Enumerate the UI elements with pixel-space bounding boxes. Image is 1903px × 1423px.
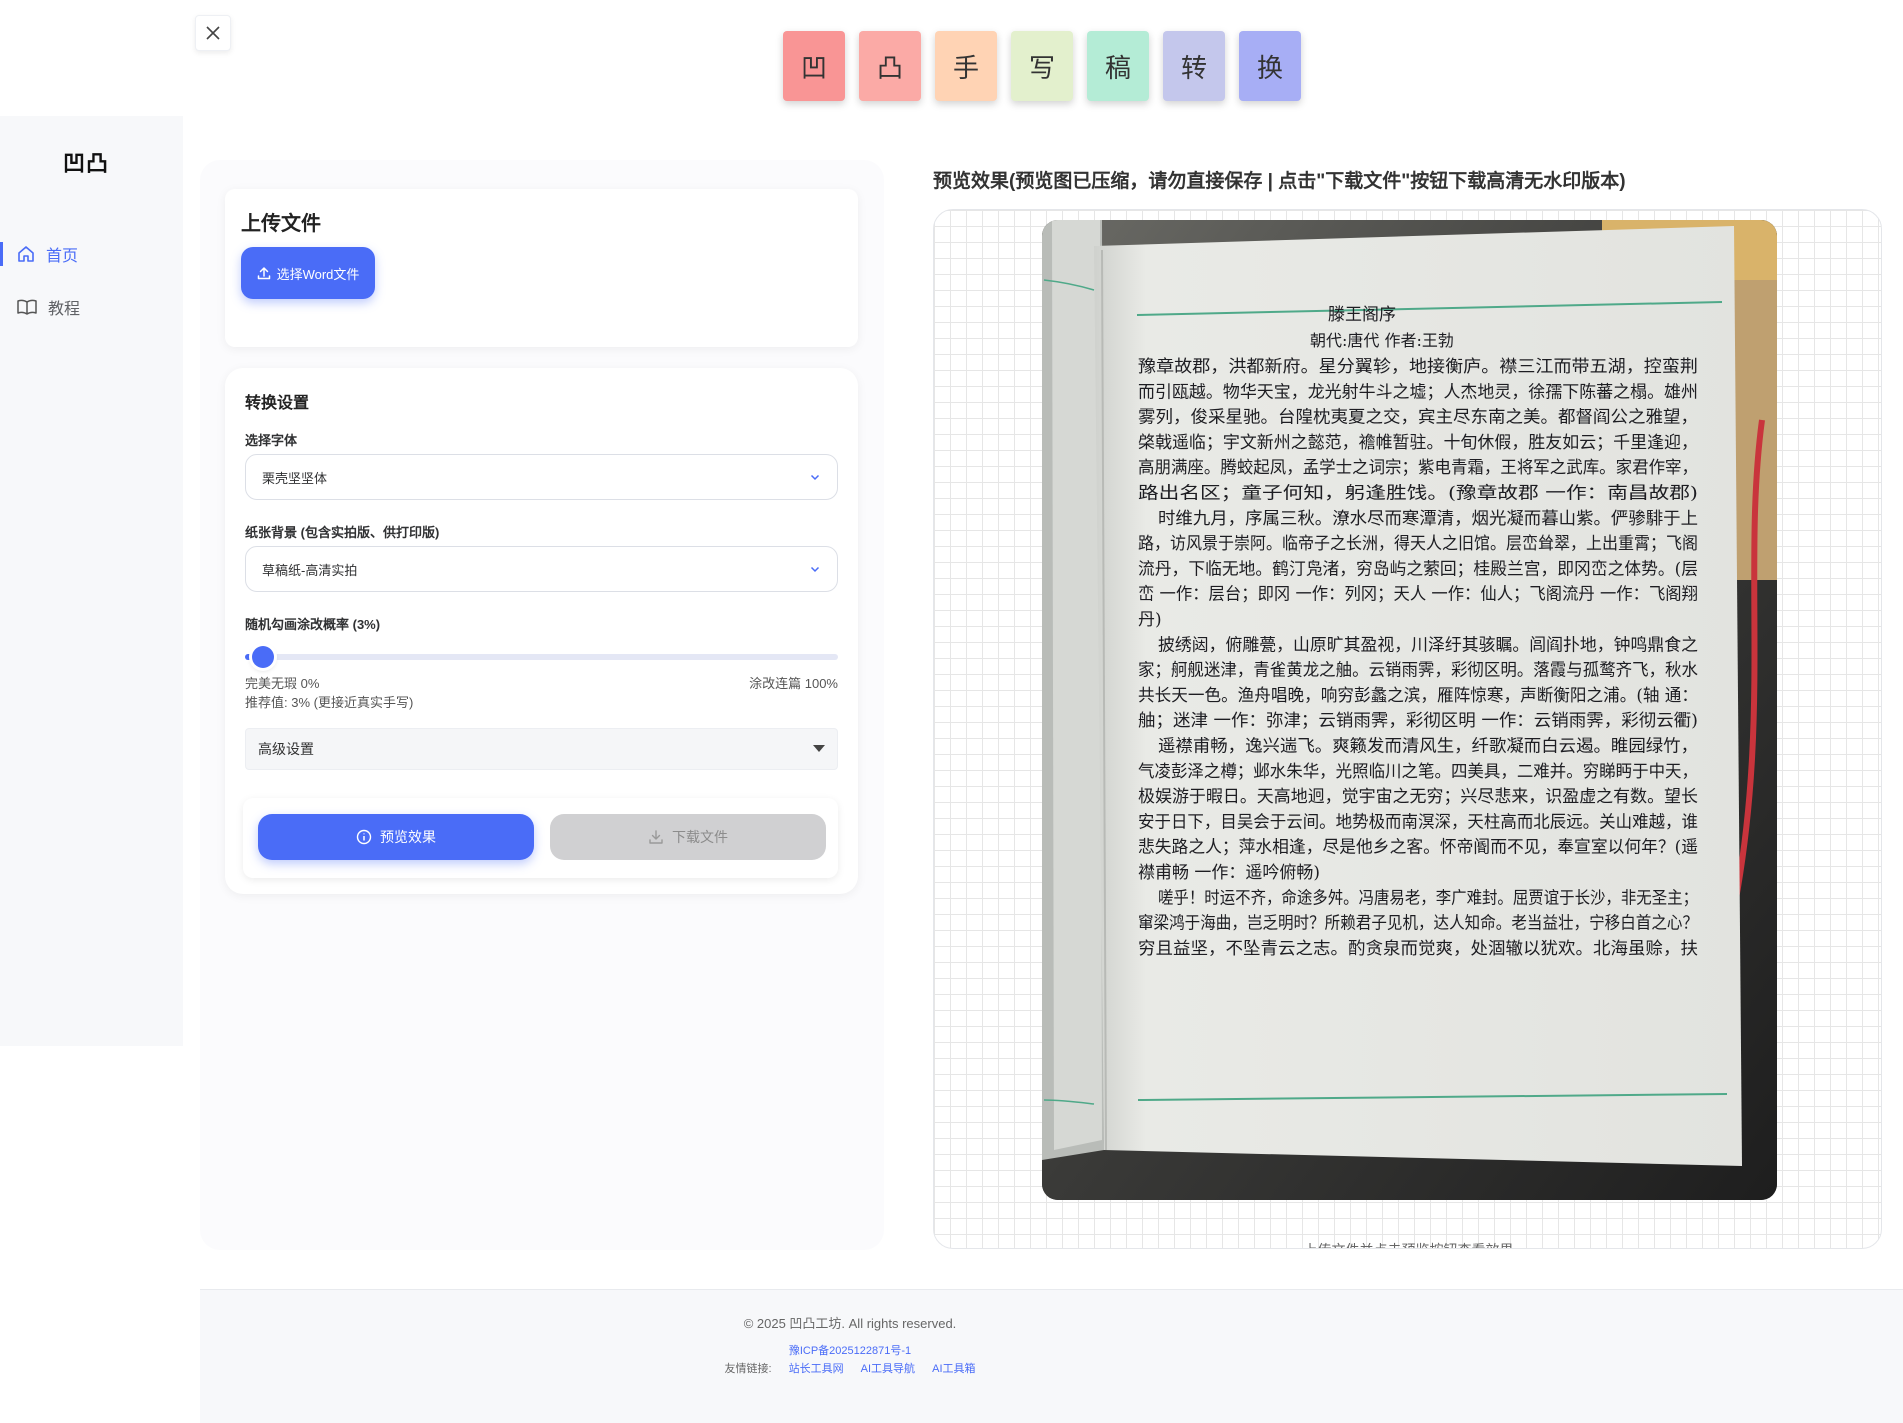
- handwritten-line: 嗟乎！时运不齐，命途多舛。冯唐易老，李广难封。屈贾谊于长沙，非无圣主；: [1158, 887, 1698, 908]
- friend-link[interactable]: 站长工具网: [789, 1363, 844, 1375]
- handwritten-line: 时维九月，序属三秋。潦水尽而寒潭清，烟光凝而暮山紫。俨骖騑于上: [1158, 509, 1698, 529]
- info-icon: [356, 829, 372, 845]
- handwritten-page-photo: 滕王阁序朝代:唐代 作者:王勃豫章故郡，洪都新府。星分翼轸，地接衡庐。襟三江而带…: [1042, 220, 1777, 1200]
- title-tile: 手: [935, 31, 997, 101]
- sidebar-item-label: 首页: [46, 248, 79, 265]
- handwritten-line: 家；舸舰迷津，青雀黄龙之舳。云销雨霁，彩彻区明。落霞与孤鹜齐飞，秋水: [1138, 660, 1698, 681]
- upload-icon: [257, 267, 270, 280]
- handwritten-line: 披绣闼，俯雕甍，山原旷其盈视，川泽纡其骇瞩。闾阎扑地，钟鸣鼎食之: [1158, 635, 1698, 655]
- preview-area: 滕王阁序朝代:唐代 作者:王勃豫章故郡，洪都新府。星分翼轸，地接衡庐。襟三江而带…: [933, 209, 1882, 1249]
- handwritten-line: 豫章故郡，洪都新府。星分翼轸，地接衡庐。襟三江而带五湖，控蛮荆: [1138, 357, 1698, 377]
- page-subtitle-text: 朝代:唐代 作者:王勃: [1310, 331, 1454, 350]
- handwritten-line: 穷且益坚，不坠青云之志。酌贪泉而觉爽，处涸辙以犹欢。北海虽赊，扶: [1138, 939, 1698, 959]
- copyright: © 2025 凹凸工坊. All rights reserved.: [743, 1316, 957, 1331]
- chevron-down-icon: [810, 566, 820, 573]
- handwritten-line: 遥襟甫畅，逸兴遄飞。爽籁发而清风生，纤歌凝而白云遏。睢园绿竹，: [1158, 737, 1698, 757]
- action-bar: 预览效果 下载文件: [243, 798, 838, 878]
- upload-card: 上传文件 选择Word文件: [225, 189, 858, 347]
- recommend-text: 推荐值: 3% (更接近真实手写): [245, 695, 414, 710]
- handwritten-line: 而引瓯越。物华天宝，龙光射牛斗之墟；人杰地灵，徐孺下陈蕃之榻。雄州: [1138, 382, 1698, 402]
- close-button[interactable]: [195, 15, 231, 51]
- friend-links-label: 友情链接:: [724, 1363, 772, 1375]
- handwritten-line: 雾列，俊采星驰。台隍枕夷夏之交，宾主尽东南之美。都督阎公之雅望，: [1138, 408, 1698, 428]
- title-tiles: 凹 凸 手 写 稿 转 换: [783, 31, 1301, 101]
- home-icon: [18, 246, 34, 262]
- conversion-settings-card: 转换设置 选择字体 栗壳坚坚体 纸张背景 (包含实拍版、供打印版) 草稿纸-高清…: [225, 368, 858, 894]
- font-select[interactable]: 栗壳坚坚体: [245, 454, 838, 500]
- handwritten-line: 流丹，下临无地。鹤汀凫渚，穷岛屿之萦回；桂殿兰宫，即冈峦之体势。(层: [1138, 559, 1698, 579]
- handwritten-line: 棨戟遥临；宇文新州之懿范，襜帷暂驻。十旬休假，胜友如云；千里逢迎，: [1138, 433, 1698, 453]
- font-label: 选择字体: [245, 433, 298, 448]
- handwritten-line: 极娱游于暇日。天高地迥，觉宇宙之无穷；兴尽悲来，识盈虚之有数。望长: [1138, 787, 1698, 807]
- paper-bg-select-value: 草稿纸-高清实拍: [262, 562, 358, 578]
- page-title-text: 滕王阁序: [1328, 305, 1396, 325]
- logo[interactable]: 凹凸: [63, 146, 109, 178]
- edit-probability-label: 随机勾画涂改概率 (3%): [245, 617, 381, 632]
- slider-handle[interactable]: [251, 646, 274, 668]
- handwritten-line: 襟甫畅 一作：遥吟俯畅): [1138, 863, 1320, 883]
- title-tile: 凹: [783, 31, 845, 101]
- title-tile: 换: [1239, 31, 1301, 101]
- sidebar-item-label: 教程: [48, 301, 81, 318]
- handwritten-line: 路，访风景于崇阿。临帝子之长洲，得天人之旧馆。层峦耸翠，上出重霄；飞阁: [1138, 534, 1698, 554]
- paper-bg-select[interactable]: 草稿纸-高清实拍: [245, 546, 838, 592]
- preview-image: 滕王阁序朝代:唐代 作者:王勃豫章故郡，洪都新府。星分翼轸，地接衡庐。襟三江而带…: [1042, 220, 1777, 1200]
- handwritten-line: 峦 一作：层台；即冈 一作：列冈；天人 一作：仙人；飞阁流丹 一作：飞阁翔: [1138, 585, 1698, 605]
- title-tile: 凸: [859, 31, 921, 101]
- handwritten-line: 安于日下，目吴会于云间。地势极而南溟深，天柱高而北辰远。关山难越，谁: [1138, 812, 1698, 832]
- sidebar-item-home[interactable]: 首页: [0, 234, 183, 274]
- handwritten-line: 悲失路之人；萍水相逢，尽是他乡之客。怀帝阍而不见，奉宣室以何年？(遥: [1138, 838, 1698, 858]
- download-icon: [649, 830, 663, 844]
- caret-down-icon: [813, 745, 825, 752]
- preview-button-label: 预览效果: [380, 829, 436, 845]
- download-button-label: 下载文件: [672, 829, 728, 845]
- handwritten-line: 共长天一色。渔舟唱晚，响穷彭蠡之滨，雁阵惊寒，声断衡阳之浦。(轴 通：: [1138, 686, 1698, 706]
- handwritten-line: 窜梁鸿于海曲，岂乏明时？所赖君子见机，达人知命。老当益壮，宁移白首之心？: [1138, 914, 1698, 934]
- sidebar-item-tutorial[interactable]: 教程: [0, 287, 183, 327]
- advanced-settings-toggle[interactable]: 高级设置: [245, 728, 838, 770]
- edit-probability-slider[interactable]: [245, 646, 838, 668]
- upload-button-label: 选择Word文件: [276, 266, 360, 282]
- handwritten-line: 气凌彭泽之樽；邺水朱华，光照临川之笔。四美具，二难并。穷睇眄于中天，: [1138, 762, 1698, 782]
- book-icon: [17, 299, 37, 315]
- settings-panel: 上传文件 选择Word文件 转换设置 选择字体 栗壳坚坚体 纸张背景 (包含实拍…: [200, 160, 884, 1250]
- handwritten-line: 舳；迷津 一作：弥津；云销雨霁，彩彻区明 一作：云销雨霁，彩彻云衢): [1138, 710, 1698, 731]
- sidebar: 凹凸 首页 教程: [0, 116, 183, 1046]
- title-tile: 稿: [1087, 31, 1149, 101]
- select-word-file-button[interactable]: 选择Word文件: [241, 247, 375, 299]
- range-max-label: 涂改连篇 100%: [749, 676, 838, 691]
- font-select-value: 栗壳坚坚体: [262, 470, 328, 486]
- preview-caption: 上传文件并点击预览按钮查看效果: [934, 1240, 1881, 1248]
- title-tile: 写: [1011, 31, 1073, 101]
- handwritten-line: 丹): [1138, 610, 1162, 630]
- chevron-down-icon: [810, 474, 820, 481]
- friend-links: 友情链接: 站长工具网 AI工具导航 AI工具箱: [200, 1360, 1500, 1376]
- preview-title: 预览效果(预览图已压缩，请勿直接保存 | 点击"下载文件"按钮下载高清无水印版本…: [933, 171, 1626, 192]
- handwritten-line: 路出名区；童子何知，躬逢胜饯。(豫章故郡 一作：南昌故郡): [1138, 484, 1698, 504]
- close-icon: [206, 26, 220, 40]
- friend-link[interactable]: AI工具箱: [932, 1363, 975, 1375]
- handwritten-line: 高朋满座。腾蛟起凤，孟学士之词宗；紫电青霜，王将军之武库。家君作宰，: [1138, 458, 1698, 478]
- title-tile: 转: [1163, 31, 1225, 101]
- icp-link[interactable]: 豫ICP备2025122871号-1: [200, 1342, 1500, 1358]
- footer: © 2025 凹凸工坊. All rights reserved. 豫ICP备2…: [200, 1289, 1903, 1423]
- paper-bg-label: 纸张背景 (包含实拍版、供打印版): [245, 525, 440, 540]
- range-min-label: 完美无瑕 0%: [245, 676, 320, 691]
- friend-link[interactable]: AI工具导航: [861, 1363, 915, 1375]
- upload-title: 上传文件: [241, 213, 321, 235]
- preview-button[interactable]: 预览效果: [258, 814, 534, 860]
- advanced-settings-label: 高级设置: [258, 741, 314, 757]
- settings-title: 转换设置: [245, 395, 310, 412]
- download-button[interactable]: 下载文件: [550, 814, 826, 860]
